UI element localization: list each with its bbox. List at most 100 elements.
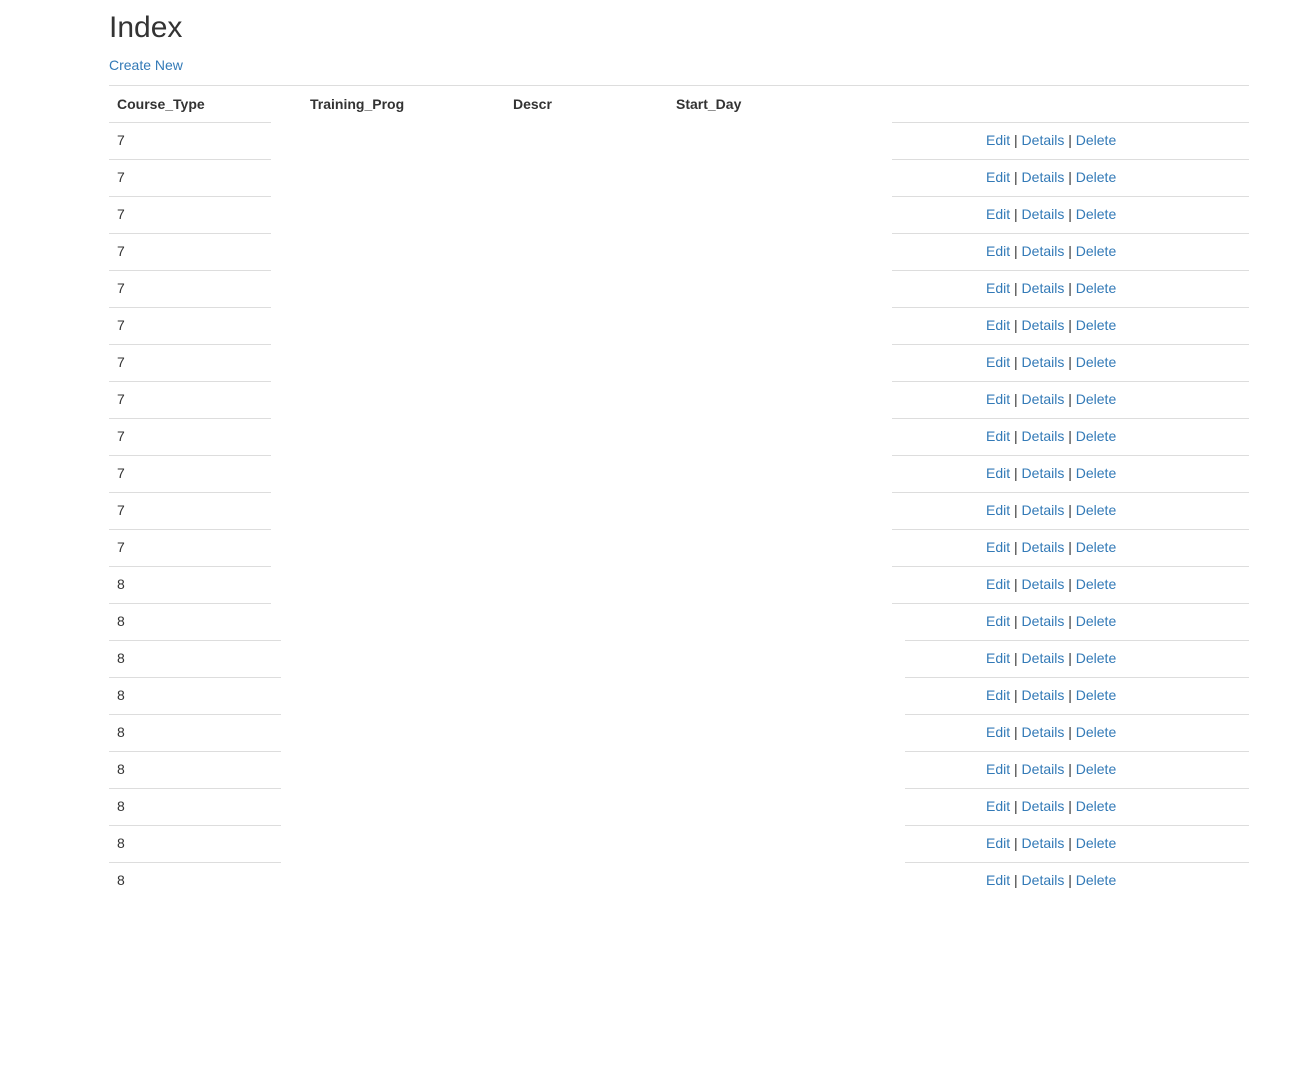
delete-link[interactable]: Delete xyxy=(1076,687,1116,703)
edit-link[interactable]: Edit xyxy=(986,687,1010,703)
row-divider-right xyxy=(892,455,1249,456)
delete-link[interactable]: Delete xyxy=(1076,539,1116,555)
cell-course-type: 7 xyxy=(117,354,125,370)
details-link[interactable]: Details xyxy=(1022,280,1065,296)
row-actions: Edit | Details | Delete xyxy=(986,317,1116,333)
delete-link[interactable]: Delete xyxy=(1076,835,1116,851)
row-actions: Edit | Details | Delete xyxy=(986,576,1116,592)
row-divider-left xyxy=(109,455,271,456)
details-link[interactable]: Details xyxy=(1022,724,1065,740)
page-container: Index Create New Course_Type Training_Pr… xyxy=(0,0,1304,1068)
delete-link[interactable]: Delete xyxy=(1076,132,1116,148)
cell-course-type: 8 xyxy=(117,687,125,703)
delete-link[interactable]: Delete xyxy=(1076,761,1116,777)
edit-link[interactable]: Edit xyxy=(986,835,1010,851)
edit-link[interactable]: Edit xyxy=(986,206,1010,222)
details-link[interactable]: Details xyxy=(1022,465,1065,481)
edit-link[interactable]: Edit xyxy=(986,391,1010,407)
edit-link[interactable]: Edit xyxy=(986,872,1010,888)
edit-link[interactable]: Edit xyxy=(986,428,1010,444)
action-separator: | xyxy=(1014,169,1018,185)
action-separator: | xyxy=(1014,798,1018,814)
delete-link[interactable]: Delete xyxy=(1076,502,1116,518)
details-link[interactable]: Details xyxy=(1022,391,1065,407)
action-separator: | xyxy=(1068,169,1072,185)
action-separator: | xyxy=(1014,132,1018,148)
delete-link[interactable]: Delete xyxy=(1076,391,1116,407)
details-link[interactable]: Details xyxy=(1022,650,1065,666)
details-link[interactable]: Details xyxy=(1022,317,1065,333)
details-link[interactable]: Details xyxy=(1022,428,1065,444)
details-link[interactable]: Details xyxy=(1022,132,1065,148)
details-link[interactable]: Details xyxy=(1022,206,1065,222)
row-divider-right xyxy=(892,603,1249,604)
delete-link[interactable]: Delete xyxy=(1076,243,1116,259)
edit-link[interactable]: Edit xyxy=(986,354,1010,370)
details-link[interactable]: Details xyxy=(1022,872,1065,888)
details-link[interactable]: Details xyxy=(1022,354,1065,370)
edit-link[interactable]: Edit xyxy=(986,132,1010,148)
delete-link[interactable]: Delete xyxy=(1076,317,1116,333)
edit-link[interactable]: Edit xyxy=(986,798,1010,814)
delete-link[interactable]: Delete xyxy=(1076,650,1116,666)
delete-link[interactable]: Delete xyxy=(1076,206,1116,222)
details-link[interactable]: Details xyxy=(1022,539,1065,555)
action-separator: | xyxy=(1068,613,1072,629)
edit-link[interactable]: Edit xyxy=(986,724,1010,740)
create-new-link[interactable]: Create New xyxy=(109,56,183,74)
cell-course-type: 8 xyxy=(117,872,125,888)
row-actions: Edit | Details | Delete xyxy=(986,539,1116,555)
edit-link[interactable]: Edit xyxy=(986,650,1010,666)
delete-link[interactable]: Delete xyxy=(1076,613,1116,629)
delete-link[interactable]: Delete xyxy=(1076,280,1116,296)
details-link[interactable]: Details xyxy=(1022,576,1065,592)
delete-link[interactable]: Delete xyxy=(1076,872,1116,888)
details-link[interactable]: Details xyxy=(1022,761,1065,777)
action-separator: | xyxy=(1068,835,1072,851)
row-divider-left xyxy=(109,381,271,382)
edit-link[interactable]: Edit xyxy=(986,613,1010,629)
details-link[interactable]: Details xyxy=(1022,687,1065,703)
edit-link[interactable]: Edit xyxy=(986,576,1010,592)
row-divider-right xyxy=(905,825,1249,826)
edit-link[interactable]: Edit xyxy=(986,465,1010,481)
details-link[interactable]: Details xyxy=(1022,835,1065,851)
row-divider-right xyxy=(905,677,1249,678)
cell-course-type: 8 xyxy=(117,724,125,740)
action-separator: | xyxy=(1068,502,1072,518)
edit-link[interactable]: Edit xyxy=(986,280,1010,296)
delete-link[interactable]: Delete xyxy=(1076,576,1116,592)
row-actions: Edit | Details | Delete xyxy=(986,354,1116,370)
edit-link[interactable]: Edit xyxy=(986,761,1010,777)
action-separator: | xyxy=(1068,280,1072,296)
row-divider-left xyxy=(109,603,271,604)
delete-link[interactable]: Delete xyxy=(1076,428,1116,444)
delete-link[interactable]: Delete xyxy=(1076,724,1116,740)
edit-link[interactable]: Edit xyxy=(986,502,1010,518)
details-link[interactable]: Details xyxy=(1022,169,1065,185)
action-separator: | xyxy=(1068,354,1072,370)
edit-link[interactable]: Edit xyxy=(986,539,1010,555)
details-link[interactable]: Details xyxy=(1022,798,1065,814)
row-divider-left xyxy=(109,307,271,308)
row-divider-right xyxy=(892,307,1249,308)
row-divider-right xyxy=(892,122,1249,123)
edit-link[interactable]: Edit xyxy=(986,169,1010,185)
details-link[interactable]: Details xyxy=(1022,243,1065,259)
row-divider-right xyxy=(892,381,1249,382)
edit-link[interactable]: Edit xyxy=(986,317,1010,333)
details-link[interactable]: Details xyxy=(1022,613,1065,629)
edit-link[interactable]: Edit xyxy=(986,243,1010,259)
action-separator: | xyxy=(1068,132,1072,148)
cell-course-type: 7 xyxy=(117,280,125,296)
cell-course-type: 7 xyxy=(117,243,125,259)
delete-link[interactable]: Delete xyxy=(1076,169,1116,185)
delete-link[interactable]: Delete xyxy=(1076,798,1116,814)
delete-link[interactable]: Delete xyxy=(1076,354,1116,370)
delete-link[interactable]: Delete xyxy=(1076,465,1116,481)
details-link[interactable]: Details xyxy=(1022,502,1065,518)
row-actions: Edit | Details | Delete xyxy=(986,798,1116,814)
row-actions: Edit | Details | Delete xyxy=(986,687,1116,703)
row-divider-right xyxy=(905,640,1249,641)
row-divider-left xyxy=(109,418,271,419)
